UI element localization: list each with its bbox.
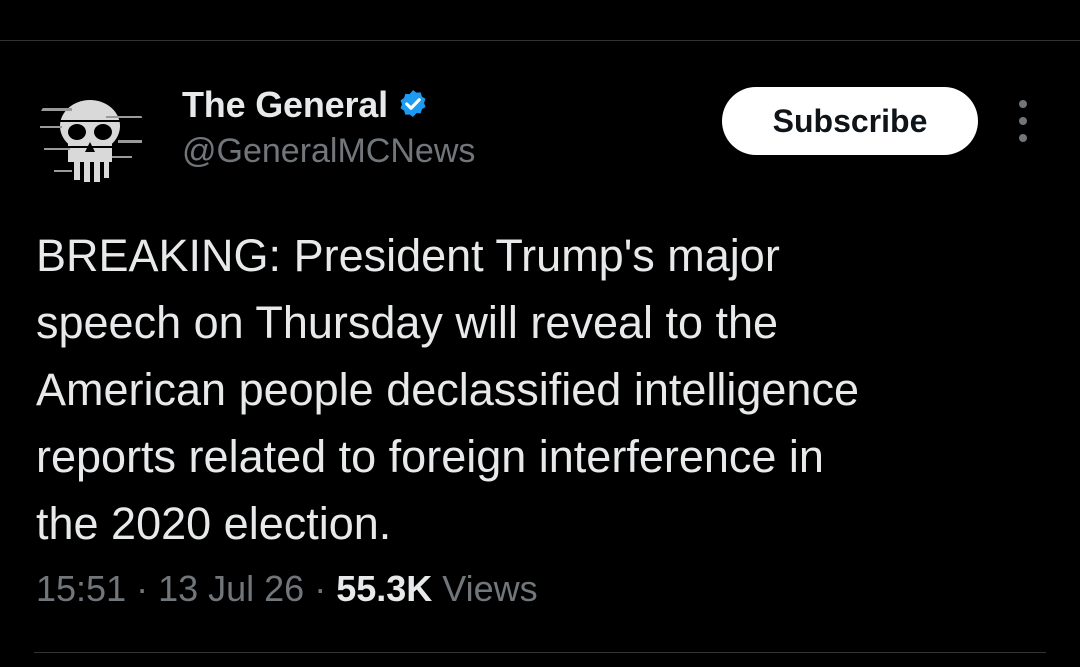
tweet-time[interactable]: 15:51 [36,568,126,609]
verified-badge-icon [400,90,426,118]
meta-separator: · [126,568,159,609]
subscribe-button[interactable]: Subscribe [722,87,978,155]
meta-separator: · [304,568,337,609]
tweet-meta: 15:51 · 13 Jul 26 · 55.3K Views [36,568,538,610]
bottom-divider [34,652,1046,653]
tweet-line: reports related to foreign interference … [36,431,824,482]
tweet-text: BREAKING: President Trump's major speech … [36,222,1046,557]
tweet-line: American people declassified intelligenc… [36,364,859,415]
more-dot [1019,100,1027,108]
tweet-line: speech on Thursday will reveal to the [36,297,779,348]
tweet-date[interactable]: 13 Jul 26 [158,568,304,609]
author-avatar[interactable] [34,82,146,194]
author-handle[interactable]: @GeneralMCNews [182,132,475,171]
more-dot [1019,117,1027,125]
author-display-name[interactable]: The General [182,84,388,126]
tweet-line: the 2020 election. [36,498,392,549]
views-label: Views [432,568,538,609]
more-options-icon[interactable] [1010,100,1036,142]
more-dot [1019,134,1027,142]
views-count[interactable]: 55.3K [336,568,432,609]
tweet-line: BREAKING: President Trump's major [36,230,780,281]
top-divider [0,40,1080,41]
author-name-row: The General [182,84,475,126]
author-block: The General @GeneralMCNews [182,84,475,171]
skull-avatar-icon [34,82,146,194]
